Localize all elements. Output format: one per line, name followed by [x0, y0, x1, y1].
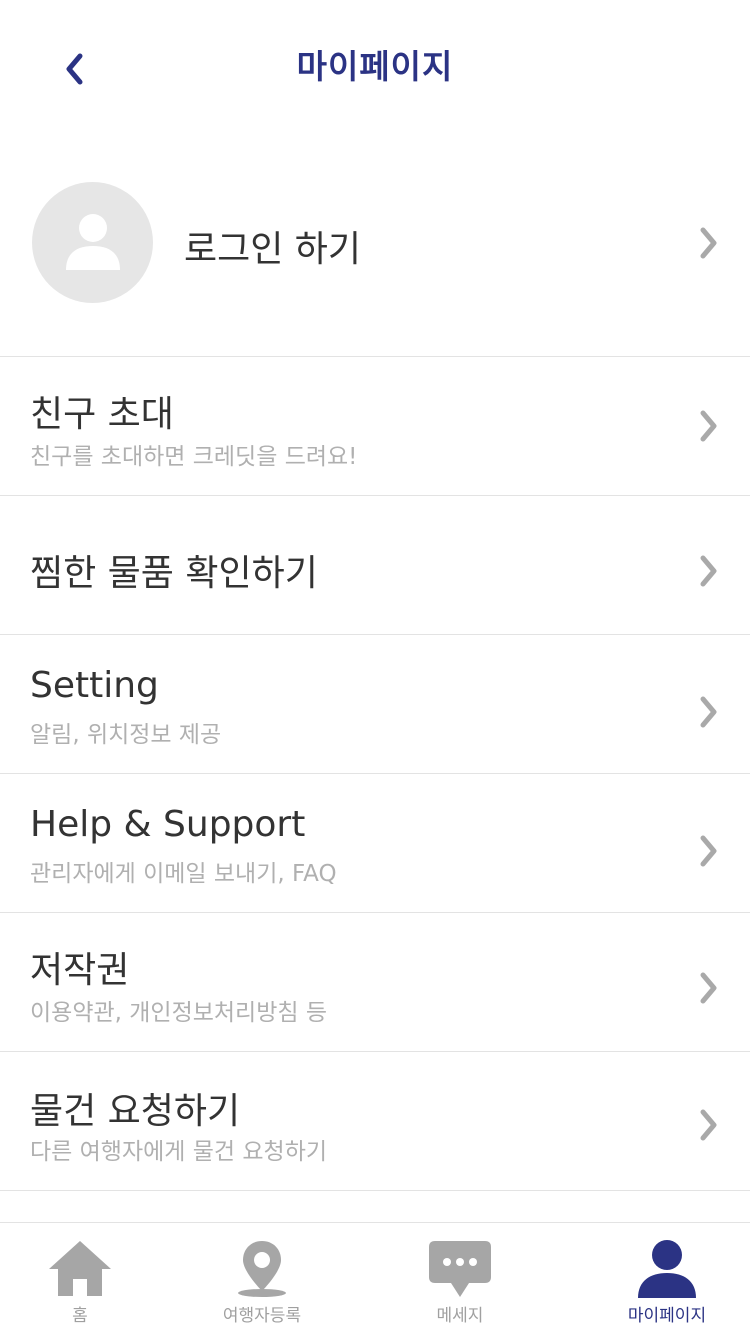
divider — [0, 1190, 750, 1191]
login-row[interactable]: 로그인 하기 — [0, 170, 750, 316]
menu-item-subtitle: 다른 여행자에게 물건 요청하기 — [30, 1139, 328, 1165]
menu-item-title: 저작권 — [30, 950, 130, 991]
tab-label: 마이페이지 — [627, 1306, 707, 1326]
location-pin-icon — [238, 1241, 286, 1297]
home-icon — [49, 1241, 111, 1296]
menu-item-title: Setting — [30, 665, 159, 706]
menu-item-copyright[interactable]: 저작권 이용약관, 개인정보처리방침 등 — [0, 913, 750, 1051]
avatar — [32, 182, 153, 303]
menu-item-title: 물건 요청하기 — [30, 1091, 241, 1132]
tab-bar: 홈 여행자등록 메세지 마이페이지 — [0, 1222, 750, 1334]
page-title: 마이페이지 — [296, 47, 454, 86]
header: 마이페이지 — [0, 0, 750, 130]
chevron-right-icon — [700, 227, 717, 259]
chevron-right-icon — [700, 696, 717, 728]
message-bubble-icon — [429, 1241, 491, 1297]
chevron-right-icon — [700, 1109, 717, 1141]
menu-item-setting[interactable]: Setting 알림, 위치정보 제공 — [0, 635, 750, 773]
menu-item-subtitle: 이용약관, 개인정보처리방침 등 — [30, 1000, 328, 1026]
menu-item-request-item[interactable]: 물건 요청하기 다른 여행자에게 물건 요청하기 — [0, 1052, 750, 1190]
user-icon — [638, 1240, 696, 1298]
menu-item-title: 친구 초대 — [30, 394, 174, 435]
tab-mypage[interactable]: 마이페이지 — [573, 1223, 750, 1334]
tab-traveler-register[interactable]: 여행자등록 — [168, 1223, 356, 1334]
tab-messages[interactable]: 메세지 — [366, 1223, 554, 1334]
menu-item-subtitle: 친구를 초대하면 크레딧을 드려요! — [30, 444, 358, 470]
tab-label: 여행자등록 — [222, 1306, 302, 1326]
tab-label: 홈 — [72, 1306, 88, 1326]
tab-home[interactable]: 홈 — [0, 1223, 174, 1334]
menu-item-subtitle: 알림, 위치정보 제공 — [30, 722, 222, 748]
menu-item-subtitle: 관리자에게 이메일 보내기, FAQ — [30, 861, 337, 887]
chevron-right-icon — [700, 972, 717, 1004]
user-icon — [65, 213, 120, 270]
menu-item-help-support[interactable]: Help & Support 관리자에게 이메일 보내기, FAQ — [0, 774, 750, 912]
chevron-right-icon — [700, 410, 717, 442]
menu-item-title: 찜한 물품 확인하기 — [30, 553, 318, 594]
menu-item-invite-friends[interactable]: 친구 초대 친구를 초대하면 크레딧을 드려요! — [0, 357, 750, 495]
menu-item-title: Help & Support — [30, 804, 306, 845]
login-label: 로그인 하기 — [184, 229, 362, 270]
tab-label: 메세지 — [436, 1306, 484, 1326]
chevron-right-icon — [700, 555, 717, 587]
chevron-right-icon — [700, 835, 717, 867]
menu-item-wishlist[interactable]: 찜한 물품 확인하기 — [0, 496, 750, 634]
